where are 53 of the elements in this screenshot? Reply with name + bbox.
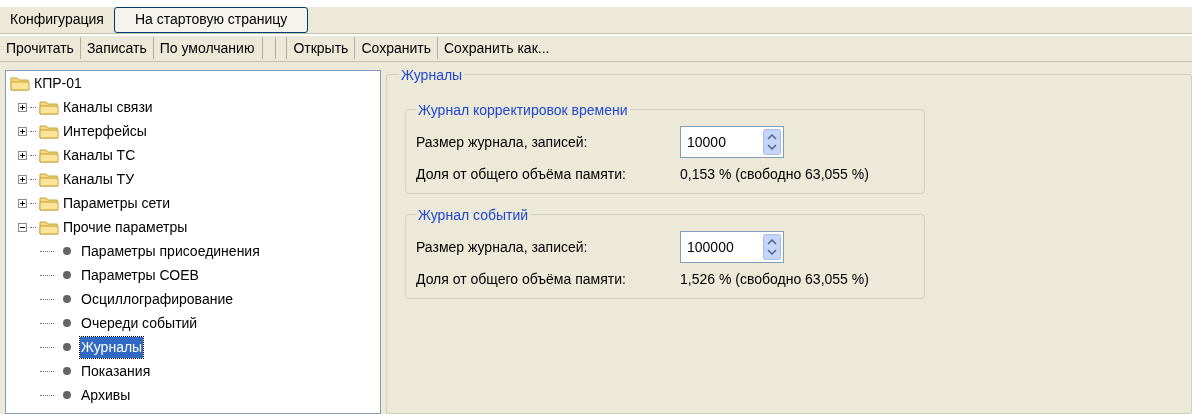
folder-icon: [39, 195, 59, 211]
folder-icon: [39, 123, 59, 139]
field-label: Размер журнала, записей:: [416, 237, 589, 257]
folder-icon: [39, 171, 59, 187]
toolbar-button[interactable]: Прочитать: [4, 37, 76, 59]
expand-icon[interactable]: [18, 198, 27, 208]
tree-item[interactable]: Каналы ТУ: [62, 168, 136, 190]
tree-item[interactable]: Очереди событий: [80, 312, 199, 334]
tree-item[interactable]: Параметры СОЕВ: [80, 264, 200, 286]
expand-icon[interactable]: [18, 150, 27, 160]
expand-icon[interactable]: [18, 174, 27, 184]
tree-item[interactable]: Каналы связи: [62, 96, 154, 118]
home-button[interactable]: На стартовую страницу: [113, 6, 309, 33]
folder-icon: [39, 219, 59, 235]
toolbar-button[interactable]: По умолчанию: [157, 37, 257, 59]
field-label: Доля от общего объёма памяти:: [416, 270, 627, 289]
tree-item[interactable]: Осциллографирование: [80, 288, 234, 310]
tree-item[interactable]: Архивы: [80, 384, 132, 406]
bullet-icon: [62, 366, 72, 376]
field-label: Размер журнала, записей:: [416, 132, 589, 152]
tree-item[interactable]: Параметры присоединения: [80, 240, 261, 262]
bullet-icon: [62, 390, 72, 400]
toolbar-button[interactable]: Записать: [84, 37, 149, 59]
number-field[interactable]: 100000: [680, 231, 784, 263]
number-field[interactable]: 10000: [680, 126, 784, 158]
toolbar-button[interactable]: Открыть: [291, 37, 351, 59]
tree-item[interactable]: КПР-01: [33, 72, 83, 94]
collapse-icon[interactable]: [18, 222, 27, 232]
tree-item[interactable]: Интерфейсы: [62, 120, 148, 142]
bullet-icon: [62, 270, 72, 280]
bullet-icon: [62, 342, 72, 352]
tree-item[interactable]: Прочие параметры: [62, 216, 189, 238]
spinner-icon[interactable]: [763, 234, 781, 260]
share-value: 1,526 % (свободно 63,055 %): [680, 270, 869, 289]
toolbar-button[interactable]: Сохранить как...: [441, 37, 552, 59]
bullet-icon: [62, 318, 72, 328]
bullet-icon: [62, 246, 72, 256]
tree-item[interactable]: Показания: [80, 360, 152, 382]
folder-icon: [10, 75, 30, 91]
menu-label: Конфигурация: [10, 10, 104, 30]
spinner-icon[interactable]: [763, 129, 781, 155]
expand-icon[interactable]: [18, 126, 27, 136]
expand-icon[interactable]: [18, 102, 27, 112]
tree-item[interactable]: Каналы ТС: [62, 144, 137, 166]
bullet-icon: [62, 294, 72, 304]
folder-icon: [39, 147, 59, 163]
share-value: 0,153 % (свободно 63,055 %): [680, 165, 869, 184]
group-title: Журнал событий: [416, 205, 531, 226]
toolbar-button[interactable]: Сохранить: [359, 37, 433, 59]
folder-icon: [39, 99, 59, 115]
tree-item[interactable]: Журналы: [80, 336, 144, 358]
tree-item[interactable]: Параметры сети: [62, 192, 172, 214]
field-label: Доля от общего объёма памяти:: [416, 165, 627, 184]
